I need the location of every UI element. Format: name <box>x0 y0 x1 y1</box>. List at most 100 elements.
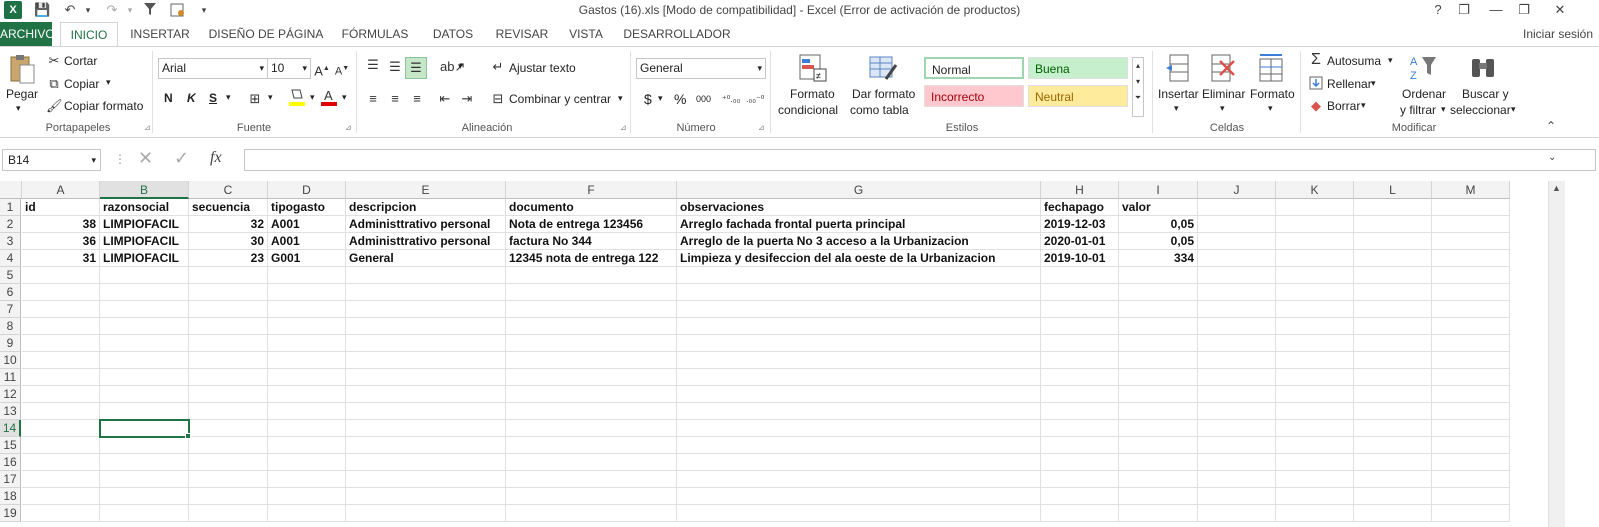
style-neutral[interactable]: Neutral <box>1028 85 1128 107</box>
fill-button[interactable]: Rellenar <box>1327 77 1372 91</box>
column-header-k[interactable]: K <box>1276 181 1354 199</box>
cell-e17[interactable] <box>346 471 506 488</box>
clipboard-launcher-icon[interactable]: ⊿ <box>144 123 151 132</box>
sort-filter-icon[interactable]: AZ <box>1408 53 1438 83</box>
cell-k19[interactable] <box>1276 505 1354 522</box>
cell-a11[interactable] <box>22 369 100 386</box>
cell-f3[interactable]: factura No 344 <box>506 233 677 250</box>
conditional-format-label-2[interactable]: condicional <box>778 103 838 117</box>
cell-l6[interactable] <box>1354 284 1432 301</box>
cell-j9[interactable] <box>1198 335 1276 352</box>
wrap-text-icon[interactable]: ↵ <box>490 59 506 75</box>
cell-k11[interactable] <box>1276 369 1354 386</box>
cell-a9[interactable] <box>22 335 100 352</box>
cell-h1[interactable]: fechapago <box>1041 199 1119 216</box>
cell-m19[interactable] <box>1432 505 1510 522</box>
cell-h2[interactable]: 2019-12-03 <box>1041 216 1119 233</box>
align-center-icon[interactable]: ≡ <box>386 91 404 107</box>
cell-c9[interactable] <box>189 335 268 352</box>
cell-a3[interactable]: 36 <box>22 233 100 250</box>
cell-j16[interactable] <box>1198 454 1276 471</box>
tab-inicio[interactable]: INICIO <box>60 22 118 47</box>
cell-i13[interactable] <box>1119 403 1198 420</box>
cell-i17[interactable] <box>1119 471 1198 488</box>
cell-h3[interactable]: 2020-01-01 <box>1041 233 1119 250</box>
cell-m11[interactable] <box>1432 369 1510 386</box>
delete-cells-icon[interactable] <box>1210 53 1236 83</box>
currency-button[interactable]: $ <box>644 91 652 107</box>
cell-f14[interactable] <box>506 420 677 437</box>
cell-d10[interactable] <box>268 352 346 369</box>
percent-button[interactable]: % <box>674 91 686 107</box>
cell-h13[interactable] <box>1041 403 1119 420</box>
number-format-select[interactable]: General ▾ <box>636 58 766 79</box>
cell-f13[interactable] <box>506 403 677 420</box>
cell-k7[interactable] <box>1276 301 1354 318</box>
cell-j7[interactable] <box>1198 301 1276 318</box>
cell-l19[interactable] <box>1354 505 1432 522</box>
cell-d11[interactable] <box>268 369 346 386</box>
cell-g10[interactable] <box>677 352 1041 369</box>
cancel-icon[interactable]: ✕ <box>138 148 153 169</box>
cell-a15[interactable] <box>22 437 100 454</box>
clear-dropdown-icon[interactable]: ▾ <box>1361 100 1366 111</box>
cell-e13[interactable] <box>346 403 506 420</box>
cell-f7[interactable] <box>506 301 677 318</box>
cell-m1[interactable] <box>1432 199 1510 216</box>
cell-d1[interactable]: tipogasto <box>268 199 346 216</box>
cell-m15[interactable] <box>1432 437 1510 454</box>
format-dropdown-icon[interactable]: ▾ <box>1268 103 1273 114</box>
font-color-dropdown-icon[interactable]: ▾ <box>342 92 347 103</box>
cell-m7[interactable] <box>1432 301 1510 318</box>
collapse-ribbon-icon[interactable]: ⌃ <box>1546 119 1556 133</box>
cell-b12[interactable] <box>100 386 189 403</box>
row-header-6[interactable]: 6 <box>0 284 21 301</box>
cell-j1[interactable] <box>1198 199 1276 216</box>
cell-g18[interactable] <box>677 488 1041 505</box>
cell-c14[interactable] <box>189 420 268 437</box>
insert-function-button[interactable]: fx <box>210 149 222 167</box>
row-header-2[interactable]: 2 <box>0 216 21 233</box>
cell-b13[interactable] <box>100 403 189 420</box>
cell-b6[interactable] <box>100 284 189 301</box>
cell-d6[interactable] <box>268 284 346 301</box>
column-header-j[interactable]: J <box>1198 181 1276 199</box>
cell-f11[interactable] <box>506 369 677 386</box>
cell-c10[interactable] <box>189 352 268 369</box>
row-header-12[interactable]: 12 <box>0 386 21 403</box>
cell-g2[interactable]: Arreglo fachada frontal puerta principal <box>677 216 1041 233</box>
cell-m6[interactable] <box>1432 284 1510 301</box>
tab-revisar[interactable]: REVISAR <box>492 22 552 46</box>
currency-dropdown-icon[interactable]: ▾ <box>658 93 663 104</box>
row-header-8[interactable]: 8 <box>0 318 21 335</box>
cell-i16[interactable] <box>1119 454 1198 471</box>
row-header-13[interactable]: 13 <box>0 403 21 420</box>
format-cells-button[interactable]: Formato <box>1250 87 1295 101</box>
conditional-format-icon[interactable]: ≠ <box>798 53 828 83</box>
cell-m14[interactable] <box>1432 420 1510 437</box>
shrink-font-icon[interactable]: A▼ <box>334 61 350 80</box>
grow-font-icon[interactable]: A▲ <box>314 61 330 79</box>
cell-c16[interactable] <box>189 454 268 471</box>
cell-a2[interactable]: 38 <box>22 216 100 233</box>
cell-i18[interactable] <box>1119 488 1198 505</box>
enter-icon[interactable]: ✓ <box>174 148 189 169</box>
cell-c8[interactable] <box>189 318 268 335</box>
cell-m12[interactable] <box>1432 386 1510 403</box>
cell-f5[interactable] <box>506 267 677 284</box>
eraser-icon[interactable]: ◆ <box>1308 98 1324 114</box>
cell-j13[interactable] <box>1198 403 1276 420</box>
cell-k4[interactable] <box>1276 250 1354 267</box>
expand-formula-bar-icon[interactable]: ⌄ <box>1548 152 1556 163</box>
cell-d7[interactable] <box>268 301 346 318</box>
cell-j3[interactable] <box>1198 233 1276 250</box>
table-format-icon[interactable] <box>868 53 898 83</box>
cell-e12[interactable] <box>346 386 506 403</box>
cell-d16[interactable] <box>268 454 346 471</box>
borders-icon[interactable]: ⊞ <box>246 91 264 107</box>
cell-b18[interactable] <box>100 488 189 505</box>
tab-archivo[interactable]: ARCHIVO <box>0 22 55 46</box>
thousands-button[interactable]: 000 <box>696 94 711 104</box>
scroll-up-icon[interactable]: ▲ <box>1552 183 1561 193</box>
cell-h10[interactable] <box>1041 352 1119 369</box>
